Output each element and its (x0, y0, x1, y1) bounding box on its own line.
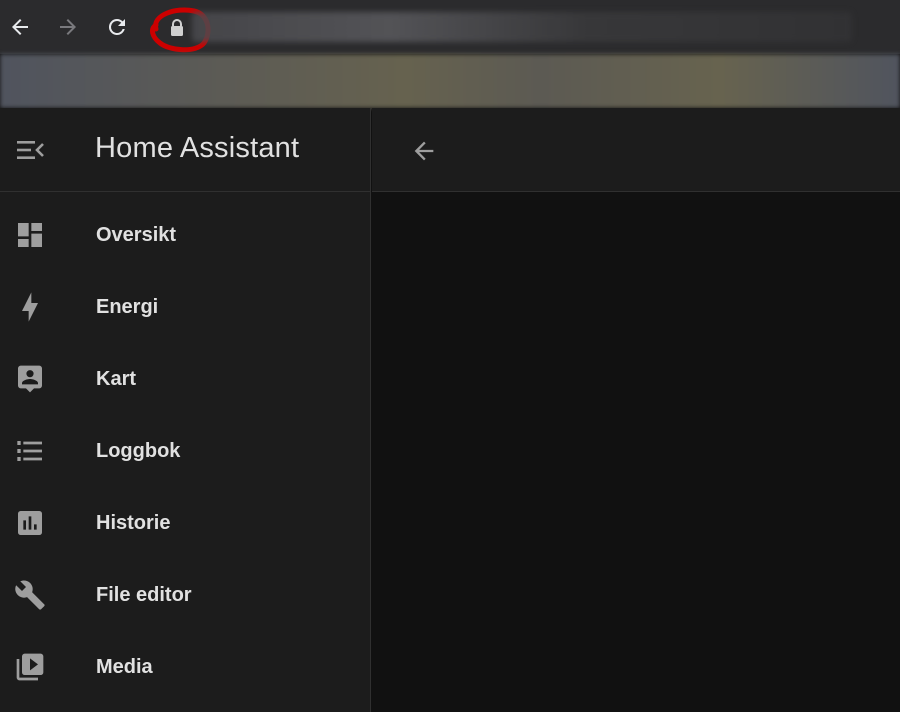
sidebar-item-label: File editor (96, 583, 192, 606)
browser-forward-button[interactable] (52, 11, 84, 43)
bar-chart-icon (12, 505, 48, 541)
sidebar-item-label: Kart (96, 367, 137, 390)
sidebar-item-kart[interactable]: Kart (0, 343, 370, 415)
sidebar-item-label: Energi (96, 295, 159, 318)
sidebar-item-label: Media (96, 655, 153, 678)
sidebar-item-loggbok[interactable]: Loggbok (0, 415, 370, 487)
back-button[interactable] (408, 135, 440, 167)
main-content (372, 108, 900, 712)
sidebar-nav: Oversikt Energi Kart Loggbok Historie Fi… (0, 199, 370, 703)
app-title: Home Assistant (95, 132, 300, 164)
sidebar-item-historie[interactable]: Historie (0, 487, 370, 559)
sidebar-item-label: Loggbok (96, 439, 181, 462)
browser-reload-button[interactable] (101, 11, 133, 43)
map-person-icon (12, 361, 48, 397)
main-header (372, 108, 900, 192)
arrow-left-icon (414, 141, 434, 161)
arrow-left-icon (12, 19, 28, 35)
bookmarks-bar (0, 54, 900, 108)
browser-toolbar (0, 0, 900, 54)
browser-back-button[interactable] (4, 11, 36, 43)
arrow-right-icon (60, 19, 76, 35)
wrench-icon (12, 577, 48, 613)
menu-toggle-button[interactable] (12, 136, 48, 164)
menu-collapse-icon (17, 141, 44, 159)
sidebar-item-label: Historie (96, 511, 171, 534)
lock-icon (171, 19, 183, 36)
sidebar-item-media[interactable]: Media (0, 631, 370, 703)
sidebar-header: Home Assistant (0, 108, 371, 192)
list-icon (12, 433, 48, 469)
sidebar-item-file-editor[interactable]: File editor (0, 559, 370, 631)
sidebar-item-label: Oversikt (96, 223, 177, 246)
play-box-multiple-icon (12, 649, 48, 685)
address-bar[interactable] (192, 12, 852, 42)
dashboard-icon (12, 217, 48, 253)
home-assistant-app: Home Assistant Oversikt Energi Kart Logg… (0, 108, 900, 712)
reload-icon (108, 18, 125, 35)
sidebar-item-energi[interactable]: Energi (0, 271, 370, 343)
sidebar-item-oversikt[interactable]: Oversikt (0, 199, 370, 271)
sidebar: Home Assistant Oversikt Energi Kart Logg… (0, 108, 371, 712)
lightning-bolt-icon (12, 289, 48, 325)
